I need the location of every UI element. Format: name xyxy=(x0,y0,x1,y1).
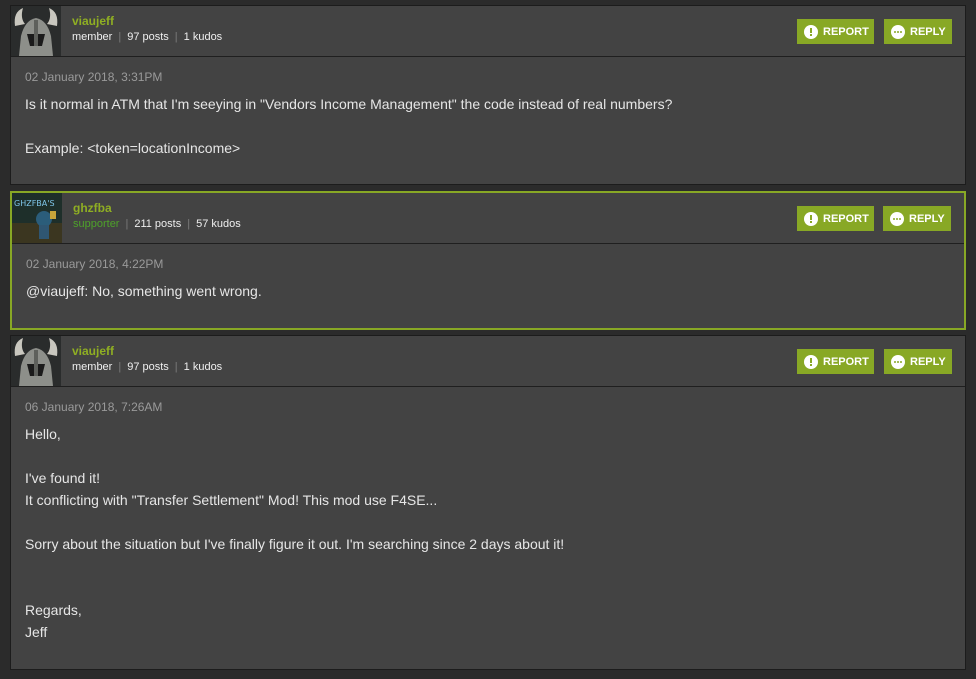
alert-icon xyxy=(804,354,818,369)
username[interactable]: viaujeff xyxy=(72,14,114,28)
post-count: 211 posts xyxy=(134,218,182,230)
alert-icon xyxy=(804,24,818,39)
comment-post: viaujeff member | 97 posts | 1 kudos REPORT … xyxy=(10,5,966,185)
post-text-line: @viaujeff: No, something went wrong. xyxy=(26,283,262,299)
post-body: 02 January 2018, 3:31PM Is it normal in … xyxy=(11,57,965,159)
post-text-line: Is it normal in ATM that I'm seeying in … xyxy=(25,96,673,112)
post-text-line: Regards, xyxy=(25,602,82,618)
username[interactable]: ghzfba xyxy=(73,201,112,215)
alert-icon xyxy=(804,211,818,226)
post-timestamp: 06 January 2018, 7:26AM xyxy=(25,400,163,414)
post-text-line: Sorry about the situation but I've final… xyxy=(25,536,565,552)
post-text-line: I've found it! xyxy=(25,470,101,486)
reply-button[interactable]: REPLY xyxy=(883,206,951,231)
avatar[interactable] xyxy=(11,336,61,386)
username[interactable]: viaujeff xyxy=(72,344,114,358)
post-header: GHZFBA'S ghzfba supporter | 211 posts | 57 k… xyxy=(12,193,964,244)
helmet-avatar-icon xyxy=(11,336,61,386)
post-count: 97 posts xyxy=(127,31,169,43)
post-timestamp: 02 January 2018, 3:31PM xyxy=(25,70,163,84)
avatar[interactable]: GHZFBA'S xyxy=(12,193,62,243)
post-text-line: Hello, xyxy=(25,426,61,442)
kudos-count: 1 kudos xyxy=(183,31,223,43)
user-role: member xyxy=(72,361,113,373)
post-header: viaujeff member | 97 posts | 1 kudos REPORT … xyxy=(11,6,965,57)
avatar[interactable] xyxy=(11,6,61,56)
post-count: 97 posts xyxy=(127,361,169,373)
svg-text:GHZFBA'S: GHZFBA'S xyxy=(14,199,55,208)
post-text-line xyxy=(25,445,951,467)
reply-button[interactable]: REPLY xyxy=(884,349,952,374)
user-meta: supporter | 211 posts | 57 kudos xyxy=(73,218,241,230)
speech-bubble-icon xyxy=(890,211,904,226)
post-header: viaujeff member | 97 posts | 1 kudos REPORT … xyxy=(11,336,965,387)
post-body: 06 January 2018, 7:26AM Hello, I've foun… xyxy=(11,387,965,643)
kudos-count: 1 kudos xyxy=(183,361,223,373)
post-timestamp: 02 January 2018, 4:22PM xyxy=(26,257,164,271)
kudos-count: 57 kudos xyxy=(196,218,241,230)
post-body: 02 January 2018, 4:22PM @viaujeff: No, s… xyxy=(12,244,964,302)
post-text-line: It conflicting with "Transfer Settlement… xyxy=(25,492,438,508)
game-avatar-icon: GHZFBA'S xyxy=(12,193,62,243)
helmet-avatar-icon xyxy=(11,6,61,56)
report-button[interactable]: REPORT xyxy=(797,19,874,44)
user-meta: member | 97 posts | 1 kudos xyxy=(72,31,223,43)
comment-post: viaujeff member | 97 posts | 1 kudos REPORT … xyxy=(10,335,966,670)
report-button[interactable]: REPORT xyxy=(797,206,874,231)
user-role: supporter xyxy=(73,218,120,230)
speech-bubble-icon xyxy=(891,354,905,369)
post-text-line: Jeff xyxy=(25,624,48,640)
user-meta: member | 97 posts | 1 kudos xyxy=(72,361,223,373)
reply-button[interactable]: REPLY xyxy=(884,19,952,44)
post-text-line xyxy=(25,115,951,137)
user-role: member xyxy=(72,31,113,43)
comment-post: GHZFBA'S ghzfba supporter | 211 posts | 57 k… xyxy=(10,191,966,330)
report-button[interactable]: REPORT xyxy=(797,349,874,374)
post-text-line xyxy=(25,555,951,577)
post-text-line xyxy=(25,511,951,533)
speech-bubble-icon xyxy=(891,24,905,39)
post-text-line xyxy=(25,577,951,599)
post-text-line: Example: <token=locationIncome> xyxy=(25,140,241,156)
